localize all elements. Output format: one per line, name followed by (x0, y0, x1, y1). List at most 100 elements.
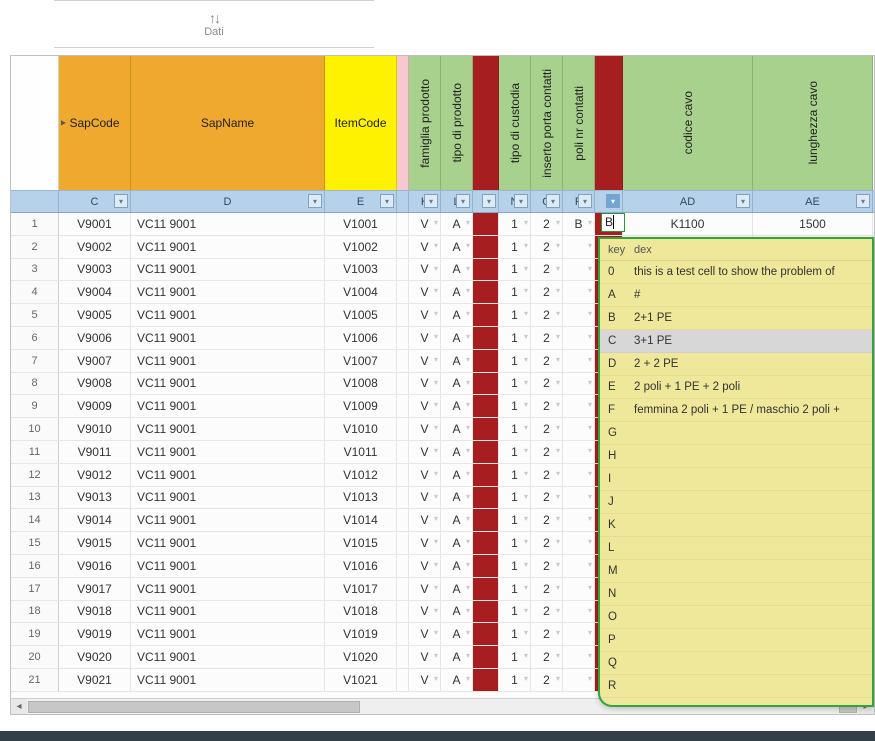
cell-dropdown-icon[interactable]: ▾ (524, 537, 528, 546)
cell-inserto[interactable]: 2▾ (531, 350, 563, 372)
row-number[interactable]: 1 (11, 213, 59, 235)
row-number[interactable]: 10 (11, 418, 59, 440)
cell-red-spacer1[interactable] (473, 509, 499, 531)
cell-pink-spacer[interactable] (397, 441, 409, 463)
cell-inserto[interactable]: 2▾ (531, 304, 563, 326)
cell-dropdown-icon[interactable]: ▾ (588, 583, 592, 592)
cell-sapcode[interactable]: V9003 (59, 259, 131, 281)
cell-dropdown-icon[interactable]: ▾ (588, 378, 592, 387)
cell-tipoprodotto[interactable]: A▾ (441, 464, 473, 486)
cell-dropdown-icon[interactable]: ▾ (556, 628, 560, 637)
cell-dropdown-icon[interactable]: ▾ (524, 583, 528, 592)
dropdown-item[interactable]: M (600, 560, 872, 583)
cell-dropdown-icon[interactable]: ▾ (434, 355, 438, 364)
cell-polinr[interactable]: ▾ (563, 464, 595, 486)
cell-itemcode[interactable]: V1017 (325, 578, 397, 600)
cell-sapname[interactable]: VC11 9001 (131, 350, 325, 372)
cell-itemcode[interactable]: V1018 (325, 601, 397, 623)
cell-dropdown-icon[interactable]: ▾ (588, 241, 592, 250)
cell-sapname[interactable]: VC11 9001 (131, 236, 325, 258)
row-number[interactable]: 3 (11, 259, 59, 281)
col-hidden1[interactable] (473, 191, 499, 212)
dropdown-item[interactable]: B2+1 PE (600, 307, 872, 330)
cell-codice[interactable]: K1100 (623, 213, 753, 235)
dropdown-item[interactable]: O (600, 606, 872, 629)
cell-famiglia[interactable]: V▾ (409, 487, 441, 509)
cell-pink-spacer[interactable] (397, 350, 409, 372)
cell-itemcode[interactable]: V1020 (325, 646, 397, 668)
cell-famiglia[interactable]: V▾ (409, 601, 441, 623)
cell-red-spacer1[interactable] (473, 395, 499, 417)
cell-dropdown-icon[interactable]: ▾ (466, 378, 470, 387)
cell-lunghezza[interactable]: 1500 (753, 213, 873, 235)
cell-itemcode[interactable]: V1008 (325, 373, 397, 395)
filter-icon[interactable] (114, 194, 128, 208)
col-D[interactable]: D (131, 191, 325, 212)
dropdown-item[interactable]: Q (600, 652, 872, 675)
cell-dropdown-icon[interactable]: ▾ (556, 218, 560, 227)
cell-dropdown-icon[interactable]: ▾ (466, 309, 470, 318)
cell-dropdown-icon[interactable]: ▾ (588, 400, 592, 409)
filter-icon[interactable] (514, 194, 528, 208)
dropdown-item[interactable]: P (600, 629, 872, 652)
col-AE[interactable]: AE (753, 191, 873, 212)
cell-dropdown-icon[interactable]: ▾ (588, 651, 592, 660)
cell-dropdown-icon[interactable]: ▾ (434, 264, 438, 273)
cell-dropdown-icon[interactable]: ▾ (466, 492, 470, 501)
filter-icon[interactable] (380, 194, 394, 208)
cell-dropdown-icon[interactable]: ▾ (466, 469, 470, 478)
cell-tipocustodia[interactable]: 1▾ (499, 281, 531, 303)
cell-famiglia[interactable]: V▾ (409, 646, 441, 668)
cell-famiglia[interactable]: V▾ (409, 281, 441, 303)
cell-red-spacer1[interactable] (473, 646, 499, 668)
cell-dropdown-icon[interactable]: ▾ (434, 537, 438, 546)
cell-tipoprodotto[interactable]: A▾ (441, 373, 473, 395)
cell-pink-spacer[interactable] (397, 578, 409, 600)
cell-sapcode[interactable]: V9004 (59, 281, 131, 303)
cell-sapcode[interactable]: V9016 (59, 555, 131, 577)
cell-tipocustodia[interactable]: 1▾ (499, 487, 531, 509)
cell-sapname[interactable]: VC11 9001 (131, 418, 325, 440)
cell-dropdown-icon[interactable]: ▾ (556, 606, 560, 615)
row-number[interactable]: 5 (11, 304, 59, 326)
cell-pink-spacer[interactable] (397, 623, 409, 645)
cell-dropdown-icon[interactable]: ▾ (466, 651, 470, 660)
cell-red-spacer1[interactable] (473, 487, 499, 509)
filter-icon[interactable] (482, 194, 496, 208)
cell-tipoprodotto[interactable]: A▾ (441, 509, 473, 531)
filter-icon[interactable] (736, 194, 750, 208)
cell-dropdown-icon[interactable]: ▾ (466, 264, 470, 273)
filter-icon[interactable] (546, 194, 560, 208)
cell-famiglia[interactable]: V▾ (409, 395, 441, 417)
cell-dropdown-icon[interactable]: ▾ (434, 400, 438, 409)
cell-dropdown-icon[interactable]: ▾ (588, 446, 592, 455)
cell-dropdown-icon[interactable]: ▾ (524, 400, 528, 409)
cell-tipoprodotto[interactable]: A▾ (441, 646, 473, 668)
cell-itemcode[interactable]: V1012 (325, 464, 397, 486)
cell-pink-spacer[interactable] (397, 669, 409, 691)
cell-sapcode[interactable]: V9017 (59, 578, 131, 600)
cell-sapname[interactable]: VC11 9001 (131, 281, 325, 303)
cell-dropdown-icon[interactable]: ▾ (466, 446, 470, 455)
cell-pink-spacer[interactable] (397, 646, 409, 668)
cell-tipoprodotto[interactable]: A▾ (441, 395, 473, 417)
cell-inserto[interactable]: 2▾ (531, 441, 563, 463)
cell-polinr[interactable]: ▾ (563, 646, 595, 668)
cell-dropdown-icon[interactable]: ▾ (556, 286, 560, 295)
cell-sapcode[interactable]: V9001 (59, 213, 131, 235)
cell-sapname[interactable]: VC11 9001 (131, 395, 325, 417)
cell-tipoprodotto[interactable]: A▾ (441, 213, 473, 235)
cell-pink-spacer[interactable] (397, 464, 409, 486)
cell-dropdown-icon[interactable]: ▾ (524, 264, 528, 273)
row-number[interactable]: 6 (11, 327, 59, 349)
cell-famiglia[interactable]: V▾ (409, 509, 441, 531)
cell-dropdown-icon[interactable]: ▾ (434, 446, 438, 455)
cell-dropdown-icon[interactable]: ▾ (556, 378, 560, 387)
cell-polinr[interactable]: ▾ (563, 487, 595, 509)
cell-dropdown-icon[interactable]: ▾ (466, 241, 470, 250)
cell-inserto[interactable]: 2▾ (531, 281, 563, 303)
cell-sapcode[interactable]: V9021 (59, 669, 131, 691)
row-number[interactable]: 13 (11, 487, 59, 509)
col-N[interactable]: N (499, 191, 531, 212)
cell-dropdown-icon[interactable]: ▾ (588, 218, 592, 227)
